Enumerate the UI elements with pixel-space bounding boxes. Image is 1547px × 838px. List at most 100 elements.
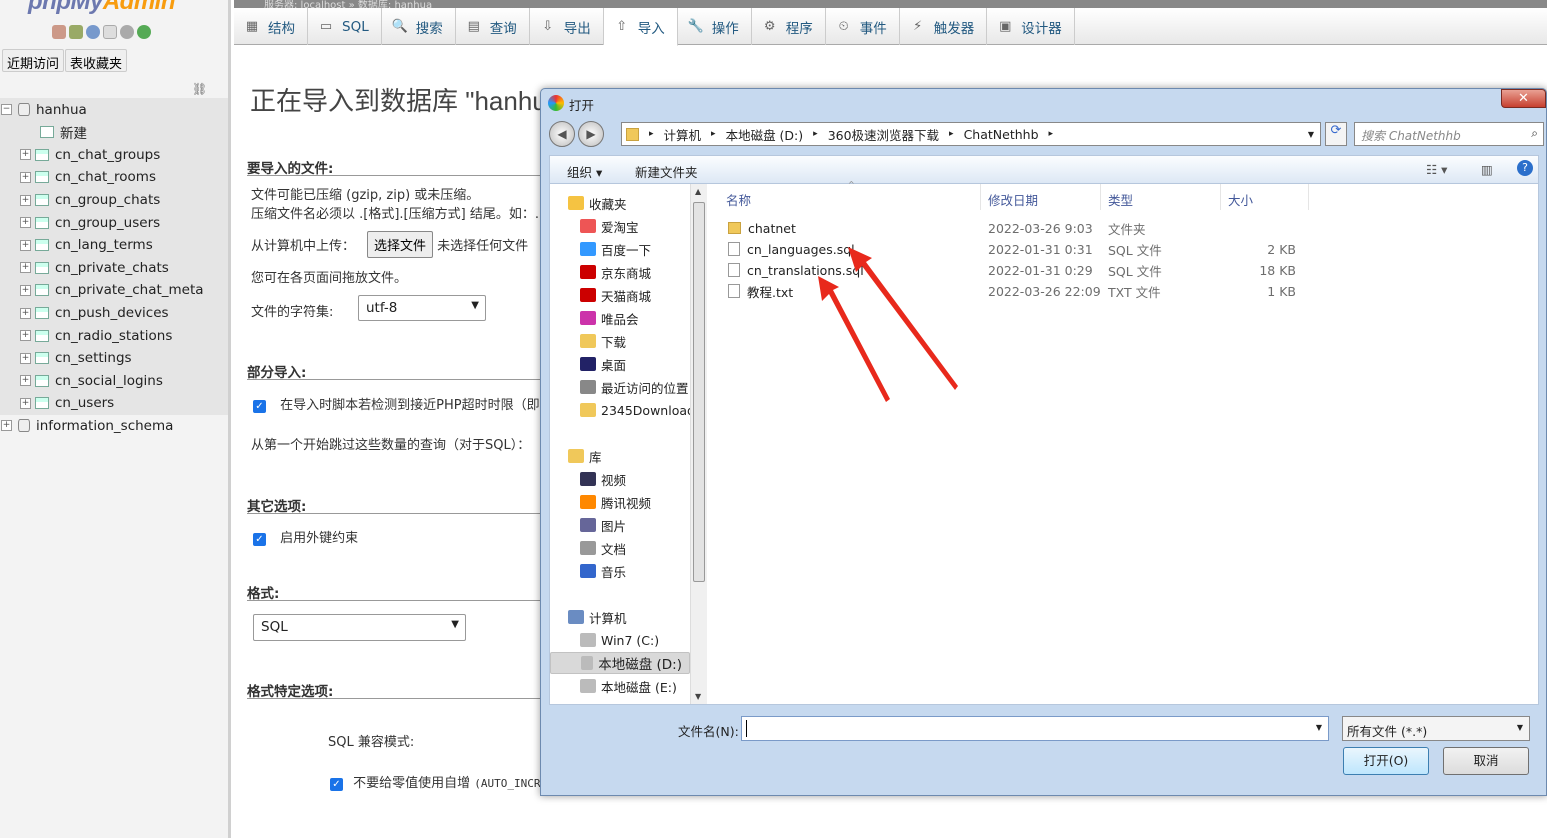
partial-checkbox[interactable]: ✓	[253, 400, 266, 413]
file-row[interactable]: cn_translations.sql 2022-01-31 0:29 SQL 文件…	[728, 260, 1328, 280]
path-separator-icon[interactable]: ▸	[649, 129, 654, 139]
new-folder-button[interactable]: 新建文件夹	[635, 162, 698, 181]
cancel-button[interactable]: 取消	[1443, 747, 1529, 775]
tree-table[interactable]: + cn_users	[0, 392, 228, 415]
table-name[interactable]: cn_lang_terms	[55, 237, 153, 253]
table-name[interactable]: cn_chat_groups	[55, 147, 160, 163]
preview-pane-icon[interactable]: ▥	[1481, 162, 1493, 177]
tree-table[interactable]: + cn_private_chats	[0, 256, 228, 280]
table-name[interactable]: cn_push_devices	[55, 305, 169, 321]
tab-2[interactable]: 🔍 搜索	[382, 8, 456, 45]
nav-computer[interactable]: 计算机	[568, 606, 627, 628]
tab-10[interactable]: ▣ 设计器	[987, 8, 1075, 45]
nav-fav-item[interactable]: 最近访问的位置	[580, 376, 689, 398]
nav-drive[interactable]: Win7 (C:)	[580, 629, 659, 651]
table-name[interactable]: cn_chat_rooms	[55, 169, 156, 185]
nav-lib-item[interactable]: 文档	[580, 537, 626, 559]
tree-new[interactable]: 新建	[0, 121, 228, 144]
expand-icon[interactable]: +	[20, 149, 31, 161]
autoinc-checkbox[interactable]: ✓	[330, 778, 343, 791]
path-segment[interactable]: 本地磁盘 (D:)	[726, 125, 804, 144]
nav-lib-item[interactable]: 图片	[580, 514, 626, 536]
tree-table[interactable]: + cn_group_chats	[0, 188, 228, 212]
format-select[interactable]: SQL ▼	[253, 614, 466, 641]
tree-table[interactable]: + cn_push_devices	[0, 301, 228, 325]
back-button[interactable]: ◀	[549, 121, 575, 147]
expand-icon[interactable]: +	[20, 397, 31, 409]
forward-button[interactable]: ▶	[578, 121, 604, 147]
help-icon[interactable]	[86, 25, 100, 39]
favorites-button[interactable]: 表收藏夹	[65, 49, 128, 72]
file-name[interactable]: chatnet	[748, 221, 796, 236]
address-bar[interactable]: ▸ 计算机 ▸ 本地磁盘 (D:) ▸ 360极速浏览器下载 ▸ ChatNethhb ▸ ▼	[621, 122, 1321, 146]
nav-fav-item[interactable]: 爱淘宝	[580, 215, 639, 237]
phpmyadmin-logo[interactable]: phpMyAdmin	[28, 0, 176, 16]
col-size[interactable]: 大小	[1228, 190, 1253, 209]
nav-drive[interactable]: 本地磁盘 (E:)	[580, 675, 677, 697]
expand-icon[interactable]: +	[20, 307, 31, 319]
tree-db-hanhua[interactable]: − hanhua	[0, 98, 228, 121]
refresh-icon[interactable]: ⟳	[1325, 122, 1347, 146]
col-date[interactable]: 修改日期	[988, 190, 1038, 209]
tab-3[interactable]: ▤ 查询	[456, 8, 530, 45]
path-separator-icon[interactable]: ▸	[711, 129, 716, 139]
nav-fav-item[interactable]: 桌面	[580, 353, 626, 375]
search-input[interactable]: 搜索 ChatNethhb ⌕	[1354, 122, 1544, 146]
recent-button[interactable]: 近期访问	[2, 49, 65, 72]
col-name[interactable]: 名称	[726, 190, 751, 209]
nav-lib-item[interactable]: 视频	[580, 468, 626, 490]
nav-drive[interactable]: 本地磁盘 (D:)	[550, 652, 690, 674]
expand-icon[interactable]: +	[20, 262, 31, 274]
view-icon[interactable]: ☷ ▾	[1426, 162, 1447, 177]
tree-table[interactable]: + cn_chat_rooms	[0, 166, 228, 189]
table-name[interactable]: cn_settings	[55, 350, 132, 366]
filename-input[interactable]: ▼	[741, 716, 1329, 741]
reload-icon[interactable]	[137, 25, 151, 39]
docs-icon[interactable]	[103, 25, 117, 39]
close-button[interactable]: ✕	[1501, 89, 1546, 108]
tab-7[interactable]: ⚙ 程序	[752, 8, 826, 45]
path-separator-icon[interactable]: ▸	[1049, 129, 1054, 139]
tab-5[interactable]: ⇧ 导入	[603, 8, 678, 46]
expand-icon[interactable]: +	[20, 375, 31, 387]
open-button[interactable]: 打开(O)	[1343, 747, 1429, 775]
db-name[interactable]: information_schema	[36, 418, 173, 434]
tree-table[interactable]: + cn_radio_stations	[0, 324, 228, 347]
tree-table[interactable]: + cn_lang_terms	[0, 233, 228, 257]
expand-icon[interactable]: +	[20, 239, 31, 251]
file-name[interactable]: 教程.txt	[747, 282, 793, 301]
table-name[interactable]: cn_group_users	[55, 215, 160, 231]
tab-9[interactable]: ⚡ 触发器	[900, 8, 988, 45]
file-row[interactable]: 教程.txt 2022-03-26 22:09 TXT 文件 1 KB	[728, 281, 1328, 301]
expand-icon[interactable]: +	[1, 420, 12, 432]
db-name[interactable]: hanhua	[36, 102, 87, 118]
path-separator-icon[interactable]: ▸	[813, 129, 818, 139]
charset-select[interactable]: utf-8 ▼	[358, 295, 486, 321]
path-segment[interactable]: 360极速浏览器下载	[828, 125, 939, 144]
address-dropdown-icon[interactable]: ▼	[1308, 130, 1314, 139]
new-label[interactable]: 新建	[60, 122, 87, 142]
table-name[interactable]: cn_private_chat_meta	[55, 282, 204, 298]
collapse-icon[interactable]: −	[1, 104, 12, 115]
file-row[interactable]: chatnet 2022-03-26 9:03 文件夹	[728, 218, 1328, 238]
table-name[interactable]: cn_private_chats	[55, 260, 169, 276]
gear-icon[interactable]	[120, 25, 134, 39]
organize-button[interactable]: 组织 ▾	[567, 162, 602, 181]
table-name[interactable]: cn_radio_stations	[55, 328, 172, 344]
expand-icon[interactable]: +	[20, 352, 31, 364]
file-name[interactable]: cn_languages.sql	[747, 242, 855, 257]
file-row[interactable]: cn_languages.sql 2022-01-31 0:31 SQL 文件 2 K…	[728, 239, 1328, 259]
tree-table[interactable]: + cn_social_logins	[0, 369, 228, 393]
link-icon[interactable]: ⛓	[192, 82, 207, 96]
path-segment[interactable]: ChatNethhb	[964, 127, 1039, 142]
tab-1[interactable]: ▭ SQL	[308, 8, 382, 45]
nav-scrollbar[interactable]: ▲ ▼	[690, 184, 707, 704]
file-name[interactable]: cn_translations.sql	[747, 263, 864, 278]
nav-fav-item[interactable]: 唯品会	[580, 307, 639, 329]
tree-table[interactable]: + cn_group_users	[0, 211, 228, 234]
path-segment[interactable]: 计算机	[664, 125, 702, 144]
nav-lib-item[interactable]: 音乐	[580, 560, 626, 582]
expand-icon[interactable]: +	[20, 171, 31, 183]
help-icon[interactable]: ?	[1517, 160, 1533, 176]
expand-icon[interactable]: +	[20, 284, 31, 296]
